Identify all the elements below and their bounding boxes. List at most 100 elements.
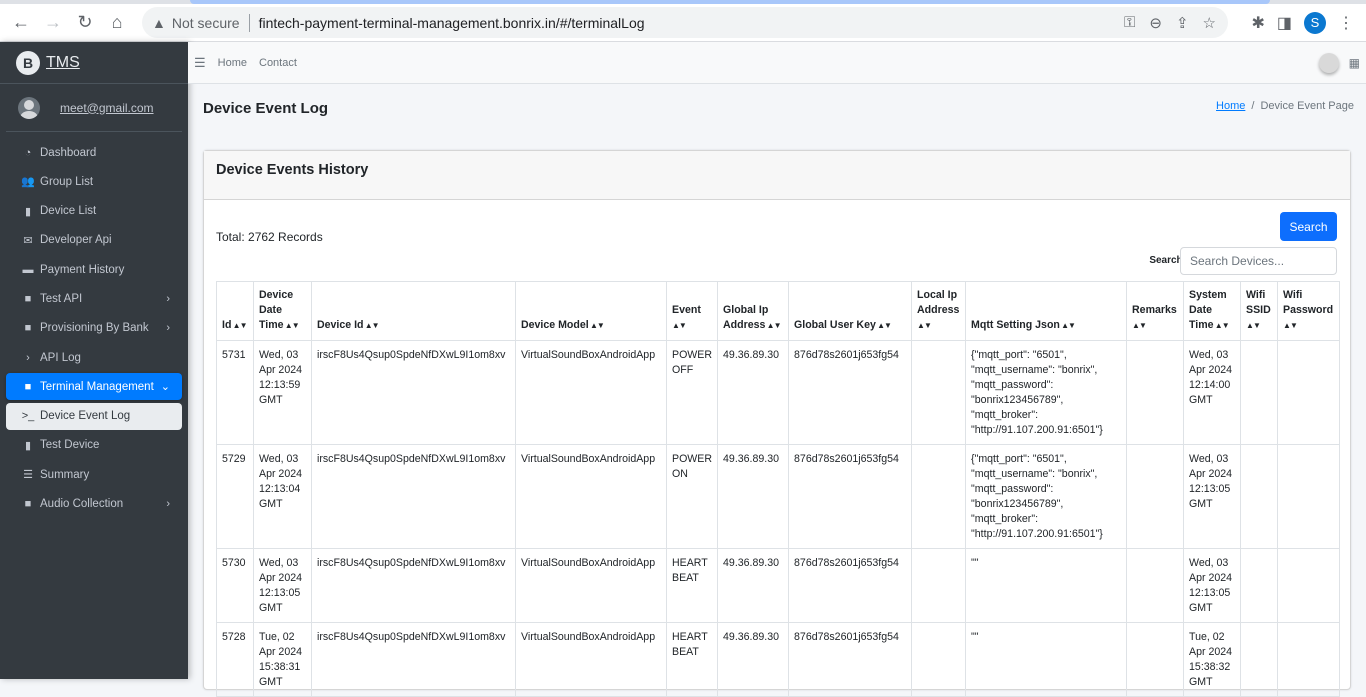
back-icon[interactable]: ← [5,7,37,39]
share-icon[interactable]: ⇪ [1176,14,1189,32]
sort-icon[interactable]: ▲▼ [1132,321,1147,330]
breadcrumb-separator: / [1251,100,1255,112]
nav-link-contact[interactable]: Contact [259,57,297,69]
sidebar-item-provisioning-by-bank[interactable]: ■ Provisioning By Bank › [6,315,182,342]
address-bar[interactable]: ▲ Not secure fintech-payment-terminal-ma… [142,7,1228,38]
sort-icon[interactable]: ▲▼ [1060,321,1076,330]
sort-icon[interactable]: ▲▼ [589,321,605,330]
cell-local-ip [911,548,967,623]
column-header-device-id[interactable]: Device Id ▲▼ [311,281,516,341]
column-header-wifi-ssid[interactable]: Wifi SSID ▲▼ [1240,281,1279,341]
table-row[interactable]: 5730 Wed, 03 Apr 2024 12:13:05 GMT irscF8U… [216,548,1341,623]
brand-link[interactable]: B TMS [0,42,188,84]
envelope-open-icon: ✉ [23,234,33,247]
search-button[interactable]: Search [1280,212,1337,241]
chevron-right-icon[interactable]: › [166,498,170,510]
nav-link-home[interactable]: Home [218,57,247,69]
chevron-right-icon[interactable]: › [166,293,170,305]
breadcrumb-home-link[interactable]: Home [1216,100,1245,112]
column-header-device-model[interactable]: Device Model ▲▼ [515,281,667,341]
sidebar-item-developer-api[interactable]: ✉ Developer Api [6,227,182,254]
column-header-device-date-time[interactable]: Device Date Time ▲▼ [253,281,312,341]
key-icon[interactable]: ⚿ [1124,14,1135,32]
column-header-mqtt-setting-json[interactable]: Mqtt Setting Json ▲▼ [965,281,1128,341]
hamburger-menu-icon[interactable]: ☰ [194,55,206,71]
cell-wifi-password [1277,444,1341,549]
user-email-link[interactable]: meet@gmail.com [60,101,154,115]
sidebar-item-summary[interactable]: ☰ Summary [6,461,182,488]
column-header-global-ip-address[interactable]: Global Ip Address ▲▼ [717,281,790,341]
cell-system-date-time: Wed, 03 Apr 2024 12:14:00 GMT [1183,340,1242,445]
cell-remarks [1126,340,1185,445]
warning-icon[interactable]: ▲ [152,15,166,31]
user-avatar-icon[interactable] [1318,52,1339,73]
column-header-id[interactable]: Id ▲▼ [216,281,254,341]
extensions-icon[interactable]: ✱ [1251,13,1264,33]
column-header-remarks[interactable]: Remarks ▲▼ [1126,281,1185,341]
column-header-label: Mqtt Setting Json [971,319,1060,331]
sidebar-item-label: Dashboard [40,146,97,159]
user-panel: meet@gmail.com [6,84,182,132]
sort-icon[interactable]: ▲▼ [284,321,300,330]
cell-remarks [1126,622,1185,697]
table-row[interactable]: 5731 Wed, 03 Apr 2024 12:13:59 GMT irscF8U… [216,340,1341,445]
cell-device-date-time: Wed, 03 Apr 2024 12:13:59 GMT [253,340,312,445]
divider [248,13,250,32]
column-header-label: Local Ip Address [917,289,960,316]
brand-text[interactable]: TMS [46,54,80,72]
column-header-local-ip-address[interactable]: Local Ip Address ▲▼ [911,281,967,341]
sidepanel-icon[interactable]: ◨ [1277,13,1292,33]
users-icon: 👥 [21,176,35,189]
chevron-right-icon[interactable]: › [166,322,170,334]
profile-avatar[interactable]: S [1304,11,1326,34]
card-title: Device Events History [216,162,369,178]
zoom-out-icon[interactable]: ⊖ [1149,14,1162,32]
sidebar-item-test-api[interactable]: ■ Test API › [6,285,182,312]
tachometer-icon: ◔ [24,146,32,159]
cell-global-ip: 49.36.89.30 [717,548,790,623]
sort-icon[interactable]: ▲▼ [1246,321,1261,330]
sidebar-item-label: Test API [40,292,83,305]
star-icon[interactable]: ☆ [1203,14,1216,32]
credit-card-icon: ▬ [22,263,34,276]
apps-grid-icon[interactable]: ▦ [1349,56,1360,70]
sort-icon[interactable]: ▲▼ [672,321,687,330]
search-devices-input[interactable] [1180,247,1337,275]
sidebar-item-payment-history[interactable]: ▬ Payment History [6,256,182,283]
cell-event: HEART BEAT [665,548,719,623]
cell-mqtt-json: "" [965,548,1128,623]
sidebar-item-label: Audio Collection [40,498,124,511]
menu-icon[interactable]: ⋮ [1338,13,1354,33]
sidebar-item-device-event-log[interactable]: >_ Device Event Log [6,402,182,430]
sort-icon[interactable]: ▲▼ [231,321,248,330]
reload-icon[interactable]: ↻ [69,7,101,39]
sidebar-item-group-list[interactable]: 👥 Group List [6,168,182,195]
table-row[interactable]: 5729 Wed, 03 Apr 2024 12:13:04 GMT irscF8U… [216,444,1341,549]
sort-icon[interactable]: ▲▼ [765,321,782,330]
column-header-system-date-time[interactable]: System Date Time ▲▼ [1183,281,1242,341]
home-icon[interactable]: ⌂ [101,7,133,39]
brand-logo-icon: B [16,50,40,75]
sidebar-item-dashboard[interactable]: ◔ Dashboard [6,139,182,166]
table-row[interactable]: 5728 Tue, 02 Apr 2024 15:38:31 GMT irscF8U… [216,622,1341,697]
sidebar-item-audio-collection[interactable]: ■ Audio Collection › [6,491,182,518]
sidebar-item-terminal-management[interactable]: ■ Terminal Management ⌄ [6,373,182,401]
cell-wifi-ssid [1240,444,1279,549]
sort-icon[interactable]: ▲▼ [917,321,932,330]
sort-icon[interactable]: ▲▼ [364,321,380,330]
forward-icon[interactable]: → [37,7,69,39]
sidebar-item-api-log[interactable]: › API Log [6,344,182,371]
chevron-down-icon[interactable]: ⌄ [161,380,170,393]
sort-icon[interactable]: ▲▼ [1283,321,1298,330]
cell-global-ip: 49.36.89.30 [717,340,790,445]
sidebar-item-label: Test Device [40,439,100,452]
sort-icon[interactable]: ▲▼ [876,321,892,330]
not-secure-label[interactable]: Not secure [172,15,240,31]
url-text[interactable]: fintech-payment-terminal-management.bonr… [259,15,645,31]
column-header-event[interactable]: Event ▲▼ [665,281,719,341]
sidebar-item-test-device[interactable]: ▮ Test Device [6,432,182,459]
sidebar-item-device-list[interactable]: ▮ Device List [6,198,182,225]
column-header-global-user-key[interactable]: Global User Key ▲▼ [788,281,913,341]
column-header-wifi-password[interactable]: Wifi Password ▲▼ [1277,281,1341,341]
sort-icon[interactable]: ▲▼ [1214,321,1230,330]
